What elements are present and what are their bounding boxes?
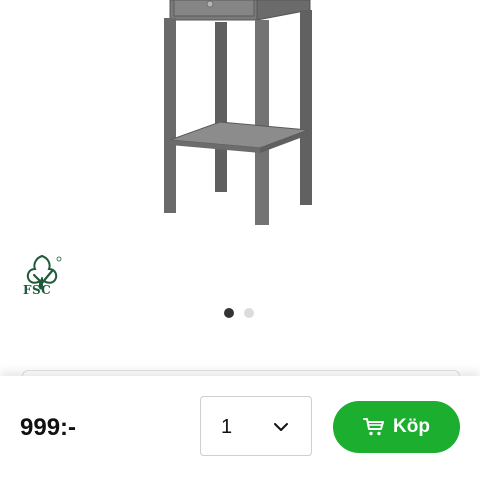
fsc-label: FSC [23,283,52,297]
product-image[interactable] [150,0,330,230]
carousel-dot-1[interactable] [224,308,234,318]
quantity-select[interactable]: 1 [200,396,312,456]
cart-icon [363,418,385,436]
carousel-indicator [224,308,254,318]
carousel-dot-2[interactable] [244,308,254,318]
product-price: 999:- [20,414,77,441]
buy-button[interactable]: Köp [333,401,460,453]
chevron-down-icon [274,423,288,431]
buy-button-label: Köp [393,416,430,437]
product-page: FSC 999:- 1 Köp [0,0,480,480]
quantity-value: 1 [221,416,233,438]
